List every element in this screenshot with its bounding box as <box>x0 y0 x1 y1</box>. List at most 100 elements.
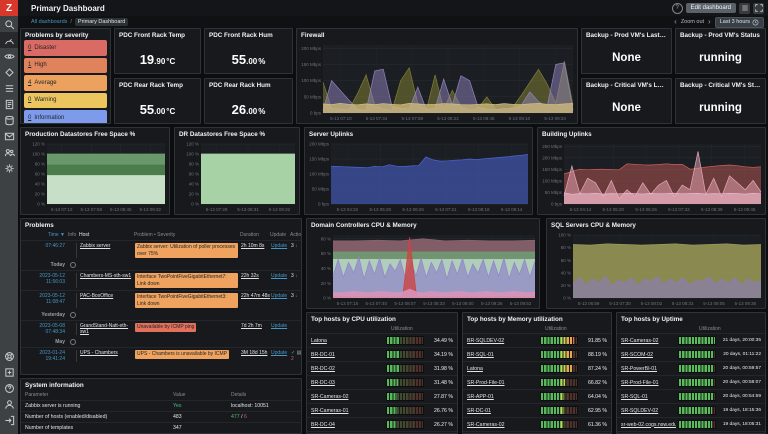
problem-host-link[interactable]: GrandStand-Natt-eth-sw1 <box>80 323 128 335</box>
severity-count-link[interactable]: 0 <box>28 45 31 51</box>
problem-severity-chip[interactable]: UPS - Chambers is unavailable by ICMP <box>135 350 229 359</box>
problem-update-link[interactable]: Update <box>271 243 291 249</box>
sidebar-item-reports[interactable] <box>0 96 18 112</box>
zoom-out-button[interactable]: Zoom out <box>681 19 704 25</box>
edit-dashboard-button[interactable]: Edit dashboard <box>686 3 736 13</box>
severity-row-high: 1High <box>24 58 107 74</box>
time-range-button[interactable]: Last 3 hours <box>715 17 764 28</box>
tophosts-host-link[interactable]: BR-SQL-01 <box>467 352 538 358</box>
problem-update-link[interactable]: Update <box>271 323 291 329</box>
action-icon[interactable]: 3 <box>291 273 294 279</box>
tophosts-host-link[interactable]: SR-APP-01 <box>467 394 538 400</box>
problem-host-link[interactable]: PAC-BoxOffice <box>80 293 113 299</box>
tophosts-row: sr-web-02.cogs.nsw.edu.au19 days, 18:05:… <box>617 417 765 431</box>
problem-severity-chip[interactable]: Zabbix server: Utilization of poller pro… <box>135 243 238 258</box>
sidebar-item-search[interactable] <box>0 16 18 32</box>
tophosts-host-link[interactable]: SR-Cameras-02 <box>311 394 384 400</box>
tophosts-host-link[interactable]: SR-PowerBI-01 <box>621 366 676 372</box>
action-icon[interactable]: 2 <box>291 356 294 362</box>
tophosts-host-link[interactable]: BR-DC-04 <box>311 422 384 428</box>
fullscreen-button[interactable] <box>753 3 764 14</box>
tophosts-host-link[interactable]: SR-Prod-File-01 <box>467 380 538 386</box>
severity-count-link[interactable]: 0 <box>28 115 31 121</box>
problem-duration[interactable]: 2h 10m 8s <box>241 243 271 249</box>
tophosts-host-link[interactable]: SR-SQLDEV-02 <box>621 408 676 414</box>
time-back-button[interactable]: ‹ <box>674 18 677 26</box>
panel-top-memory: Top hosts by Memory utilization Utilizat… <box>462 312 612 434</box>
panel-backup-crit-last: Backup - Critical VM's Last ... None <box>581 78 672 124</box>
action-icon[interactable]: 3 <box>291 293 294 299</box>
tophosts-host-link[interactable]: sr-web-02.cogs.nsw.edu.au <box>621 422 676 428</box>
col-host[interactable]: Host <box>76 232 134 238</box>
sidebar-item-help[interactable] <box>0 380 18 396</box>
problem-severity-chip[interactable]: Unavailable by ICMP ping <box>135 323 196 332</box>
problem-severity-chip[interactable]: Interface TwoPointFiveGigabitEthernet7: … <box>135 273 238 288</box>
tophosts-host-link[interactable]: SR-SQL-01 <box>621 394 676 400</box>
sidebar-item-user-settings[interactable] <box>0 396 18 412</box>
problem-duration[interactable]: 22h 32s <box>241 273 271 279</box>
problem-update-link[interactable]: Update <box>271 273 291 279</box>
sidebar-item-dashboards[interactable] <box>0 32 18 48</box>
tophosts-value: 31.48 % <box>427 380 453 386</box>
action-icon[interactable]: 3 <box>291 243 294 249</box>
tophosts-host-link[interactable]: BR-DC-01 <box>311 352 384 358</box>
problem-severity-chip[interactable]: Interface TwoPointFiveGigabitEthernet3: … <box>135 293 238 308</box>
time-forward-button[interactable]: › <box>708 18 711 26</box>
sidebar-item-support[interactable] <box>0 348 18 364</box>
col-time[interactable]: Time ▼ <box>24 232 68 238</box>
action-icon[interactable]: ↓ <box>295 243 298 249</box>
problem-update-link[interactable]: Update <box>271 350 291 356</box>
sidebar-item-sign-out[interactable] <box>0 412 18 428</box>
problem-time-link[interactable]: 2023-05-12 11:56:03 <box>24 273 68 285</box>
tophosts-host-link[interactable]: BR-DC-03 <box>311 380 384 386</box>
tophosts-host-link[interactable]: Latona <box>311 338 384 344</box>
sidebar-item-administration[interactable] <box>0 160 18 176</box>
problem-time-link[interactable]: 2023-05-12 11:08:47 <box>24 293 68 305</box>
severity-count-link[interactable]: 0 <box>28 97 31 103</box>
problem-host-link[interactable]: UPS - Chambers <box>80 350 118 356</box>
problem-duration[interactable]: 3M 18d 15h <box>241 350 271 356</box>
problem-time-link[interactable]: 2023-05-08 07:48:34 <box>24 323 68 335</box>
sidebar-item-integrations[interactable] <box>0 364 18 380</box>
action-icon[interactable]: ↓ <box>295 273 298 279</box>
col-info[interactable]: Info <box>68 232 76 238</box>
tophosts-host-link[interactable]: Latona <box>467 366 538 372</box>
menu-button[interactable] <box>739 3 750 14</box>
sidebar-item-inventory[interactable] <box>0 80 18 96</box>
sidebar-item-monitoring[interactable] <box>0 48 18 64</box>
tophosts-host-link[interactable]: SR-Cameras-01 <box>311 408 384 414</box>
tophosts-host-link[interactable]: SR-DC-01 <box>467 408 538 414</box>
sidebar-item-users[interactable] <box>0 144 18 160</box>
col-problem[interactable]: Problem • Severity <box>134 232 240 238</box>
subheader-bar: All dashboards / Primary Dashboard ‹ Zoo… <box>18 16 768 28</box>
problems-date-separator: Yesterday <box>21 310 301 320</box>
col-duration[interactable]: Duration <box>240 232 270 238</box>
svg-text:0 %: 0 % <box>191 202 199 207</box>
action-icon[interactable]: ↓ <box>295 293 298 299</box>
problem-duration[interactable]: 7d 2h 7m <box>241 323 271 329</box>
problem-time-link[interactable]: 07:46:27 <box>24 243 68 249</box>
tophosts-host-link[interactable]: SR-Prod-File-01 <box>621 380 676 386</box>
panel-backup-crit-status: Backup - Critical VM's Status running <box>675 78 766 124</box>
problem-host-link[interactable]: Zabbix server <box>80 243 110 249</box>
help-icon[interactable]: ? <box>672 3 683 14</box>
tophosts-host-link[interactable]: SR-Cameras-02 <box>467 422 538 428</box>
sidebar-item-data-collection[interactable] <box>0 112 18 128</box>
zabbix-logo[interactable]: Z <box>0 0 18 16</box>
severity-count-link[interactable]: 1 <box>28 62 31 68</box>
problem-duration[interactable]: 22h 47m 48s <box>241 293 271 299</box>
problem-time-link[interactable]: 2023-01-24 19:41:24 <box>24 350 68 362</box>
tophosts-host-link[interactable]: SR-SCOM-02 <box>621 352 676 358</box>
sidebar-item-services[interactable] <box>0 64 18 80</box>
severity-count-link[interactable]: 4 <box>28 80 31 86</box>
tophosts-host-link[interactable]: BR-DC-02 <box>311 366 384 372</box>
breadcrumb-all-dashboards[interactable]: All dashboards <box>31 19 67 25</box>
tophosts-host-link[interactable]: BR-SQLDEV-02 <box>467 338 538 344</box>
svg-text:50 Mbps: 50 Mbps <box>545 190 563 195</box>
action-icon[interactable]: ▤ <box>297 350 302 356</box>
svg-text:100 %: 100 % <box>558 233 571 238</box>
problem-host-link[interactable]: Chambers-MS-sth-sw1 <box>80 273 131 279</box>
tophosts-host-link[interactable]: SR-Cameras-02 <box>621 338 676 344</box>
sidebar-item-alerts[interactable] <box>0 128 18 144</box>
problem-update-link[interactable]: Update <box>271 293 291 299</box>
